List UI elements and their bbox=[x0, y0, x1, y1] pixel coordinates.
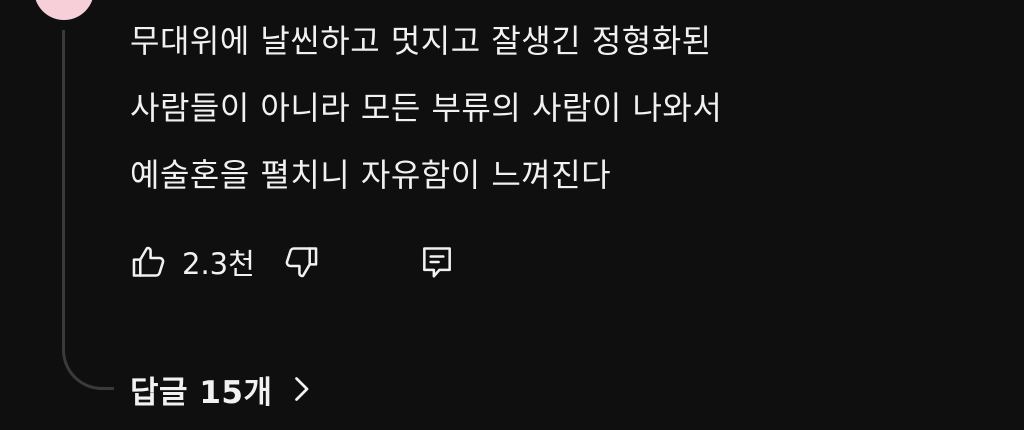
comment-line: 사람들이 아니라 모든 부류의 사람이 나와서 bbox=[130, 89, 723, 127]
reply-thread-line bbox=[62, 30, 114, 390]
thumbs-up-icon bbox=[130, 243, 168, 281]
replies-count-label: 답글 15개 bbox=[130, 374, 273, 411]
chevron-right-icon bbox=[291, 374, 311, 404]
avatar[interactable] bbox=[34, 0, 94, 20]
like-button[interactable]: 2.3천 bbox=[130, 240, 255, 284]
comment-line: 무대위에 날씬하고 멋지고 잘생긴 정형화된 bbox=[130, 22, 712, 60]
comment-text: 무대위에 날씬하고 멋지고 잘생긴 정형화된 사람들이 아니라 모든 부류의 사… bbox=[130, 8, 990, 209]
reply-button[interactable] bbox=[418, 240, 456, 284]
comment-line: 예술혼을 펼치니 자유함이 느껴진다 bbox=[130, 156, 612, 194]
comment-actions: 2.3천 bbox=[130, 240, 530, 284]
comment-icon bbox=[418, 243, 456, 281]
dislike-button[interactable] bbox=[282, 240, 320, 284]
like-count: 2.3천 bbox=[182, 247, 255, 281]
view-replies-button[interactable]: 답글 15개 bbox=[130, 364, 311, 414]
thumbs-down-icon bbox=[282, 243, 320, 281]
